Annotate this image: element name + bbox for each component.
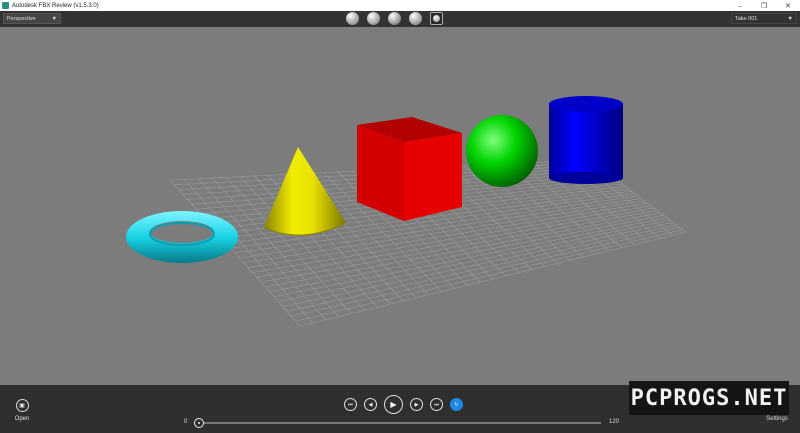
cone-object[interactable] [263,147,347,236]
sphere-shaded-icon[interactable] [367,12,380,25]
scene-render [126,96,687,327]
cylinder-object[interactable] [549,96,623,184]
go-to-start-button[interactable]: ⏮ [344,398,357,411]
view-mode-dropdown[interactable]: Perspective ▼ [3,13,61,24]
toolbar: Perspective ▼ Take 001 ▼ [0,11,800,27]
take-value: Take 001 [735,15,758,22]
open-button[interactable]: ▣ Open [12,399,32,422]
sphere-wireframe-icon[interactable] [388,12,401,25]
transport-controls: ⏮ ◀ ▶ ▶ ⏭ ↻ [344,395,463,414]
watermark-text: PCPROGS.NET [630,385,788,411]
take-dropdown[interactable]: Take 001 ▼ [731,13,797,24]
app-window: Autodesk FBX Review (v1.5.3.0) – ❐ ✕ Per… [0,0,800,433]
app-logo-icon [2,2,9,9]
play-button[interactable]: ▶ [384,395,403,414]
close-button[interactable]: ✕ [776,0,800,11]
open-file-icon: ▣ [15,399,29,412]
step-back-button[interactable]: ◀ [364,398,377,411]
timeline-end-label: 120 [609,419,620,425]
settings-label: Settings [766,416,788,422]
timeline-thumb[interactable] [194,418,204,428]
step-forward-button[interactable]: ▶ [410,398,423,411]
watermark-badge: PCPROGS.NET [629,381,789,415]
timeline-track[interactable] [196,422,601,424]
go-to-end-button[interactable]: ⏭ [430,398,443,411]
shading-mode-buttons [346,12,443,25]
view-mode-value: Perspective [7,15,36,22]
title-bar: Autodesk FBX Review (v1.5.3.0) – ❐ ✕ [0,0,800,11]
sphere-lit-icon[interactable] [409,12,422,25]
torus-object[interactable] [126,211,238,263]
open-label: Open [14,416,30,422]
sphere-object[interactable] [466,115,538,187]
window-controls: – ❐ ✕ [728,0,800,11]
frame-selected-icon[interactable] [430,12,443,25]
chevron-down-icon: ▼ [51,15,57,22]
cube-object[interactable] [357,117,462,221]
loop-toggle-button[interactable]: ↻ [450,398,463,411]
timeline-start-label: 0 [184,419,188,425]
chevron-down-icon: ▼ [787,15,793,22]
minimize-button[interactable]: – [728,0,752,11]
sphere-smooth-icon[interactable] [346,12,359,25]
maximize-button[interactable]: ❐ [752,0,776,11]
3d-viewport[interactable] [0,27,800,385]
timeline-slider: 0 120 [184,418,624,428]
window-title: Autodesk FBX Review (v1.5.3.0) [12,2,99,9]
